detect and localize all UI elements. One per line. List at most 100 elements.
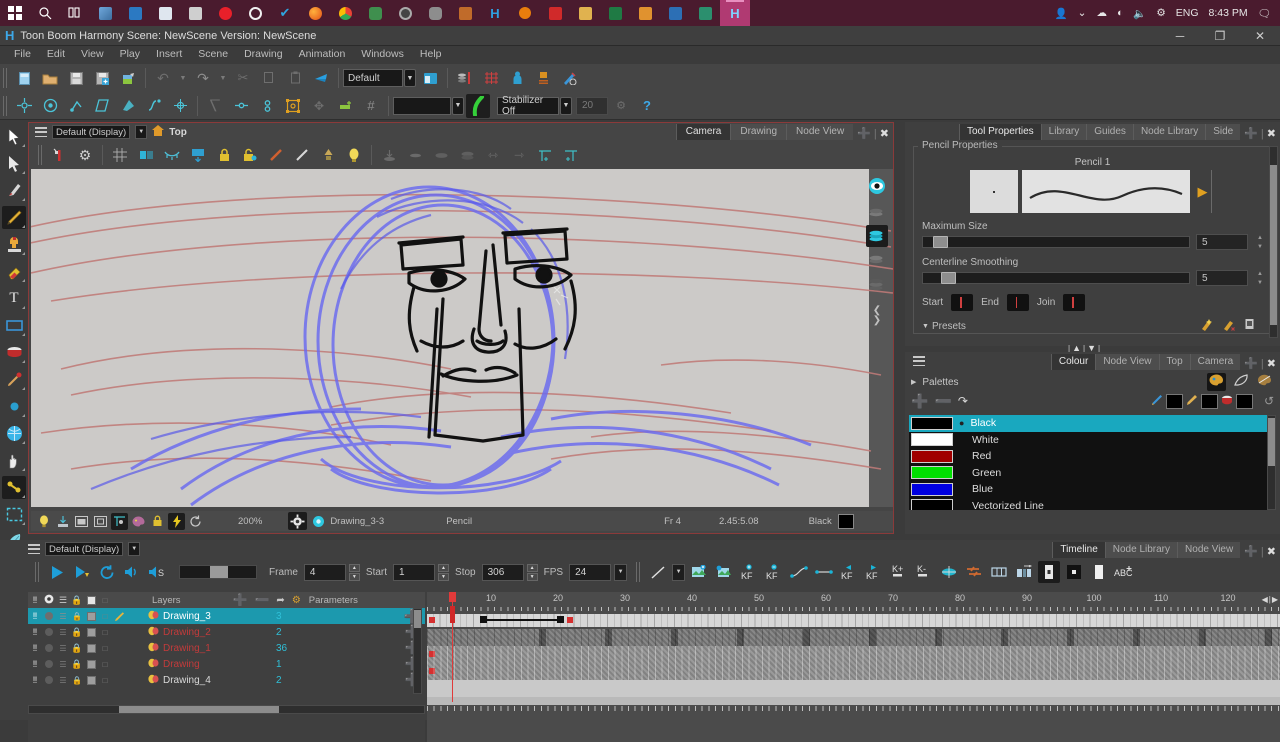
dot-icon[interactable] [1063, 561, 1085, 583]
redo-icon[interactable]: ↷ [191, 66, 215, 90]
brush-colour-swatch[interactable] [1200, 393, 1218, 409]
red-line-icon[interactable] [264, 143, 288, 167]
pencil-mode-icon[interactable] [1234, 374, 1249, 390]
clock[interactable]: 8:43 PM [1206, 7, 1251, 19]
camera-toolbar-grip[interactable] [38, 145, 43, 165]
reposition-icon[interactable]: ⎲ [203, 94, 227, 118]
colour-combo[interactable] [393, 96, 451, 115]
menu-scene[interactable]: Scene [190, 46, 236, 62]
store-icon[interactable] [150, 0, 180, 26]
layer-lock-icon[interactable]: 🔒 [70, 643, 84, 654]
toolbar-grip[interactable] [3, 68, 8, 88]
transform-tool[interactable] [2, 125, 26, 148]
layer-colour-chip[interactable] [84, 611, 98, 621]
visibility-all-icon[interactable] [42, 594, 56, 607]
frame-field[interactable]: 4 [303, 563, 346, 581]
close-view-icon[interactable]: ✖ [880, 127, 889, 140]
display-combo[interactable]: Default (Display) [52, 125, 131, 139]
fps-dropdown-icon[interactable]: ▼ [614, 563, 628, 581]
lock-all-icon[interactable]: 🔒 [70, 595, 84, 606]
group-layer-icon[interactable]: ⚙ [292, 595, 301, 606]
opera-icon[interactable] [210, 0, 240, 26]
wps-icon[interactable] [240, 0, 270, 26]
task-view-icon[interactable] [60, 0, 90, 26]
swatch-vectorized-line[interactable]: Vectorized Line [909, 498, 1276, 510]
layer-above-icon[interactable] [866, 250, 888, 272]
gimp-icon[interactable] [420, 0, 450, 26]
network-icon[interactable]: ⚙ [1153, 7, 1168, 19]
stack-bottom-icon[interactable] [377, 143, 401, 167]
timeline-toolbar-grip[interactable] [35, 562, 40, 582]
sheets-icon[interactable] [600, 0, 630, 26]
triangle-right-icon[interactable]: ▶ [911, 378, 916, 386]
layer-row-drawing-3[interactable]: ‼ ☰ 🔒 □ Drawing_3 ➕ [28, 608, 425, 624]
eyedropper-tool[interactable] [2, 368, 26, 391]
grid-toggle-icon[interactable] [108, 143, 132, 167]
link-layer-icon[interactable]: ➦ [276, 595, 284, 606]
layer-colour-chip[interactable] [84, 675, 98, 685]
layer-visibility-icon[interactable] [42, 628, 56, 636]
pivot-offset-icon[interactable] [255, 94, 279, 118]
menu-windows[interactable]: Windows [353, 46, 412, 62]
add-view-icon[interactable]: ➕ [857, 127, 871, 140]
pencil-tool[interactable] [2, 206, 26, 229]
close-button[interactable]: ✕ [1240, 26, 1280, 46]
timeline-toolbar-grip-2[interactable] [636, 562, 642, 582]
eye-visible-icon[interactable] [866, 175, 888, 197]
lock-icon[interactable] [212, 143, 236, 167]
bulb-icon[interactable] [35, 513, 52, 530]
center-pivot-icon[interactable] [168, 94, 192, 118]
start-icon[interactable] [0, 0, 30, 26]
track-drawing-3[interactable] [427, 612, 1280, 629]
harmony-icon-2[interactable]: H [720, 0, 750, 26]
layer-lock-icon[interactable]: 🔒 [70, 612, 84, 621]
remove-layer-icon[interactable]: ➖ [254, 593, 269, 607]
maximum-size-value[interactable]: 5 [1196, 234, 1249, 250]
rigging-tool[interactable] [2, 476, 26, 499]
track-drawing-2[interactable] [427, 629, 1280, 646]
photos-icon[interactable] [90, 0, 120, 26]
paint-bucket-tool[interactable] [2, 341, 26, 364]
start-stepper[interactable]: ▲ ▼ [438, 563, 450, 581]
status-colour-swatch[interactable] [837, 513, 854, 529]
layer-onion-icon[interactable]: ☰ [56, 660, 70, 669]
layer-visibility-icon[interactable] [42, 676, 56, 684]
select-frame-icon[interactable] [281, 94, 305, 118]
maximum-size-stepper[interactable]: ▲ ▼ [1257, 235, 1263, 250]
tab-node-library[interactable]: Node Library [1132, 124, 1206, 140]
harmony-icon-1[interactable]: H [480, 0, 510, 26]
undo-icon[interactable]: ↶ [151, 66, 175, 90]
todo-icon[interactable]: ✔ [270, 0, 300, 26]
collapse-arrow-icon[interactable]: ❮ ❯ [873, 306, 881, 326]
layer-lock-icon[interactable]: 🔒 [70, 676, 84, 685]
triangle-down-icon[interactable]: ▼ [922, 323, 929, 330]
maximum-size-slider[interactable] [922, 236, 1191, 248]
brush-stroke-icon[interactable] [466, 93, 490, 118]
camera-canvas[interactable] [31, 169, 893, 507]
toolbar-grip-2[interactable] [3, 95, 8, 116]
tab-top[interactable]: Top [1158, 354, 1190, 370]
chevron-up-icon[interactable]: ⌄ [1075, 7, 1090, 19]
ik-icon[interactable] [64, 94, 88, 118]
delete-preset-icon[interactable] [1222, 318, 1235, 334]
tab-node-view-2[interactable]: Node View [1095, 354, 1159, 370]
track-drawing[interactable] [427, 663, 1280, 680]
workspace-combo[interactable]: Default [343, 69, 403, 87]
tab-drawing[interactable]: Drawing [730, 124, 787, 140]
reset-colour-icon[interactable]: ↺ [1264, 394, 1274, 408]
maximize-button[interactable]: ❐ [1200, 26, 1240, 46]
centerline-smoothing-stepper[interactable]: ▲ ▼ [1257, 271, 1263, 286]
frame-scrubber[interactable] [179, 565, 257, 579]
palette-icon[interactable] [130, 513, 147, 530]
layer-row-drawing-2[interactable]: ‼ ☰ 🔒 □ Drawing_2 ➕ [28, 624, 425, 640]
stop-field[interactable]: 306 [481, 563, 524, 581]
snap-icon[interactable]: ✥ [307, 94, 331, 118]
render-gear-icon[interactable] [288, 512, 308, 530]
layer-colour-chip[interactable] [84, 627, 98, 637]
thumb-icon[interactable] [988, 561, 1010, 583]
animate-icon[interactable] [38, 94, 62, 118]
minimize-button[interactable]: ─ [1160, 26, 1200, 46]
layer-pencil-icon[interactable] [112, 611, 126, 622]
swatch-black[interactable]: ● Black [909, 415, 1276, 432]
window-icon[interactable] [73, 513, 90, 530]
